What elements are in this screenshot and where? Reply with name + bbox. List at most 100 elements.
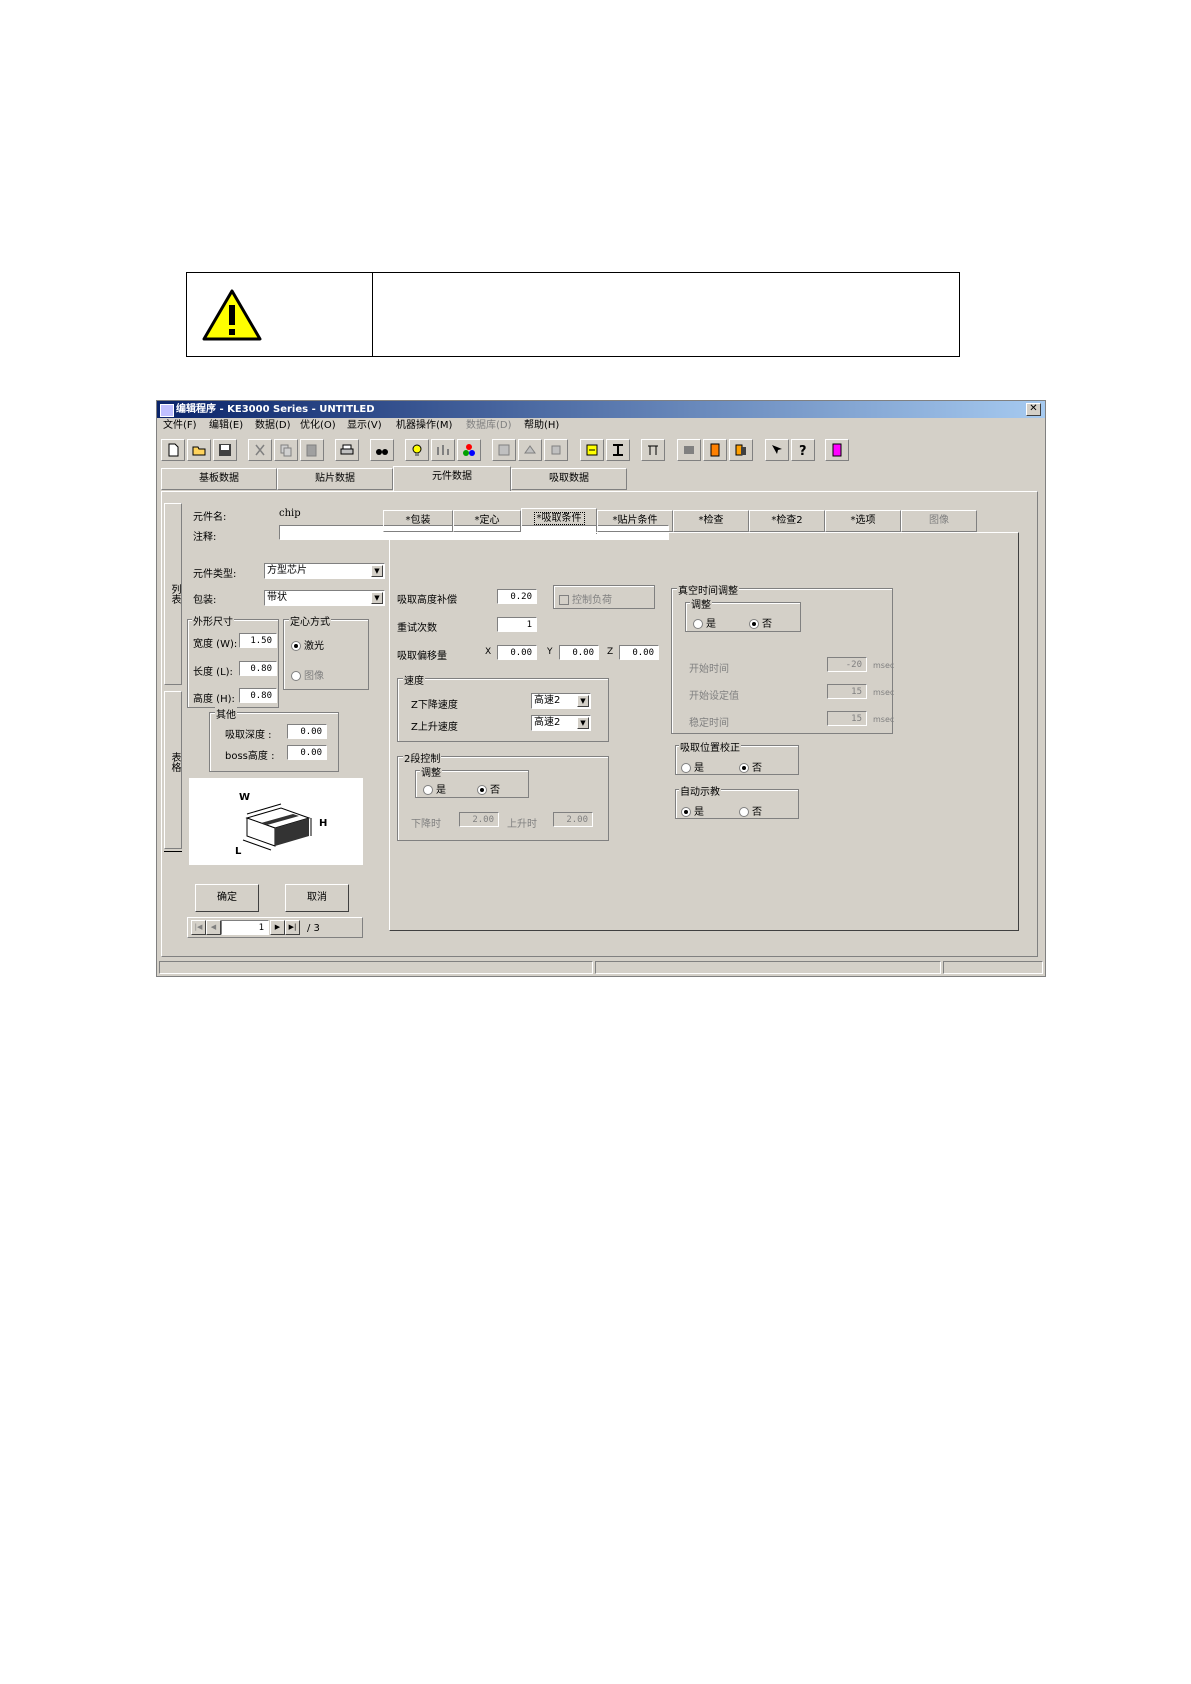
subtab-pick-condition[interactable]: *吸取条件 <box>521 508 597 534</box>
parts-button[interactable] <box>457 439 481 461</box>
binoculars-icon <box>376 449 388 455</box>
package-select[interactable]: 带状 ▼ <box>264 590 385 606</box>
pick-depth-input[interactable]: 0.00 <box>287 724 327 739</box>
last-record-button[interactable]: ▶| <box>285 920 300 935</box>
radio-icon <box>291 671 301 681</box>
control-load-checkbox[interactable]: 控制负荷 <box>559 591 612 606</box>
ok-button[interactable]: 确定 <box>195 884 259 912</box>
z-down-speed-select[interactable]: 高速2 ▼ <box>531 693 591 709</box>
open-file-button[interactable] <box>187 439 211 461</box>
subtab-inspect-2[interactable]: *检查2 <box>749 510 825 532</box>
optimize-button[interactable] <box>431 439 455 461</box>
auto-teach-no-radio[interactable]: 否 <box>739 803 762 818</box>
offset-y-input[interactable]: 0.00 <box>559 645 599 660</box>
two-stage-yes-radio[interactable]: 是 <box>423 781 446 796</box>
new-file-button[interactable] <box>161 439 185 461</box>
two-stage-no-radio[interactable]: 否 <box>477 781 500 796</box>
menu-database[interactable]: 数据库(D) <box>466 420 512 432</box>
vacuum-yes-radio[interactable]: 是 <box>693 615 716 630</box>
copy-button[interactable] <box>274 439 298 461</box>
menu-data[interactable]: 数据(D) <box>255 420 291 432</box>
subtab-centering[interactable]: *定心 <box>453 510 521 532</box>
subtab-mount-condition[interactable]: *贴片条件 <box>597 510 673 532</box>
auto-teach-yes-radio[interactable]: 是 <box>681 803 704 818</box>
tab-board-data[interactable]: 基板数据 <box>161 468 277 490</box>
offset-z-input[interactable]: 0.00 <box>619 645 659 660</box>
tool-6-button[interactable] <box>641 439 665 461</box>
pos-correct-no-radio[interactable]: 否 <box>739 759 762 774</box>
pos-correct-yes-radio[interactable]: 是 <box>681 759 704 774</box>
menu-view[interactable]: 显示(V) <box>347 420 382 432</box>
laser-radio[interactable]: 激光 <box>291 637 324 652</box>
z-up-speed-select[interactable]: 高速2 ▼ <box>531 715 591 731</box>
chip-dimension-diagram <box>242 803 312 851</box>
two-stage-down-input[interactable]: 2.00 <box>459 812 499 827</box>
tool-9-button[interactable] <box>729 439 753 461</box>
menu-file[interactable]: 文件(F) <box>163 420 197 432</box>
side-tab-form[interactable]: 表格 <box>164 691 182 849</box>
vacuum-no-radio[interactable]: 否 <box>749 615 772 630</box>
tool-2-button[interactable] <box>518 439 542 461</box>
record-page-input[interactable]: 1 <box>221 920 269 935</box>
prev-record-button[interactable]: ◀ <box>206 920 221 935</box>
vacuum-threshold-input[interactable]: 15 <box>827 684 867 699</box>
side-tab-list[interactable]: 列表 <box>164 503 182 685</box>
tab-part-data[interactable]: 元件数据 <box>393 466 511 492</box>
boss-height-input[interactable]: 0.00 <box>287 745 327 760</box>
menu-edit[interactable]: 编辑(E) <box>209 420 243 432</box>
offset-x-input[interactable]: 0.00 <box>497 645 537 660</box>
chip-diagram: W H L <box>189 778 363 865</box>
subtab-inspect[interactable]: *检查 <box>673 510 749 532</box>
tool-8-button[interactable] <box>703 439 727 461</box>
cut-button[interactable] <box>248 439 272 461</box>
vacuum-time-title: 真空时间调整 <box>677 582 739 597</box>
length-input[interactable]: 0.80 <box>239 661 277 676</box>
tool-5-button[interactable] <box>606 439 630 461</box>
tool-4-button[interactable] <box>580 439 604 461</box>
light-button[interactable] <box>405 439 429 461</box>
subtab-options[interactable]: *选项 <box>825 510 901 532</box>
side-tab-form-label: 表格 <box>169 752 180 772</box>
other-group-title: 其他 <box>215 706 237 721</box>
part-type-label: 元件类型: <box>193 569 237 580</box>
subtab-image[interactable]: 图像 <box>901 510 977 532</box>
pick-depth-label: 吸取深度 : <box>225 730 272 741</box>
context-help-button[interactable] <box>765 439 789 461</box>
width-input[interactable]: 1.50 <box>239 633 277 648</box>
find-button[interactable] <box>370 439 394 461</box>
menu-machine[interactable]: 机器操作(M) <box>396 420 452 432</box>
pick-position-correction-title: 吸取位置校正 <box>679 739 741 754</box>
tool-3-button[interactable] <box>544 439 568 461</box>
vacuum-yes-label: 是 <box>706 619 716 630</box>
paste-button[interactable] <box>300 439 324 461</box>
offset-z-label: Z <box>607 647 614 657</box>
tab-placement-data[interactable]: 贴片数据 <box>277 468 393 490</box>
subtab-package[interactable]: *包装 <box>383 510 453 532</box>
tool-1-button[interactable] <box>492 439 516 461</box>
exit-button[interactable] <box>825 439 849 461</box>
z-up-speed-value: 高速2 <box>534 717 561 728</box>
close-button[interactable]: ✕ <box>1026 403 1041 416</box>
menu-help[interactable]: 帮助(H) <box>524 420 559 432</box>
svg-text:?: ? <box>799 444 807 457</box>
two-stage-up-input[interactable]: 2.00 <box>553 812 593 827</box>
height-input[interactable]: 0.80 <box>239 688 277 703</box>
menu-optimize[interactable]: 优化(O) <box>300 420 336 432</box>
open-folder-icon <box>192 446 206 456</box>
help-button[interactable]: ? <box>791 439 815 461</box>
tool-7-button[interactable] <box>677 439 701 461</box>
vacuum-stable-input[interactable]: 15 <box>827 711 867 726</box>
exit-door-icon <box>832 443 842 457</box>
cancel-button[interactable]: 取消 <box>285 884 349 912</box>
height-comp-input[interactable]: 0.20 <box>497 589 537 604</box>
vacuum-threshold-unit: msec <box>873 688 895 697</box>
next-record-button[interactable]: ▶ <box>270 920 285 935</box>
first-record-button[interactable]: |◀ <box>191 920 206 935</box>
vacuum-start-input[interactable]: -20 <box>827 657 867 672</box>
tab-pick-data[interactable]: 吸取数据 <box>511 468 627 490</box>
print-button[interactable] <box>335 439 359 461</box>
save-button[interactable] <box>213 439 237 461</box>
retry-input[interactable]: 1 <box>497 617 537 632</box>
part-type-select[interactable]: 方型芯片 ▼ <box>264 563 385 579</box>
image-radio[interactable]: 图像 <box>291 667 324 682</box>
